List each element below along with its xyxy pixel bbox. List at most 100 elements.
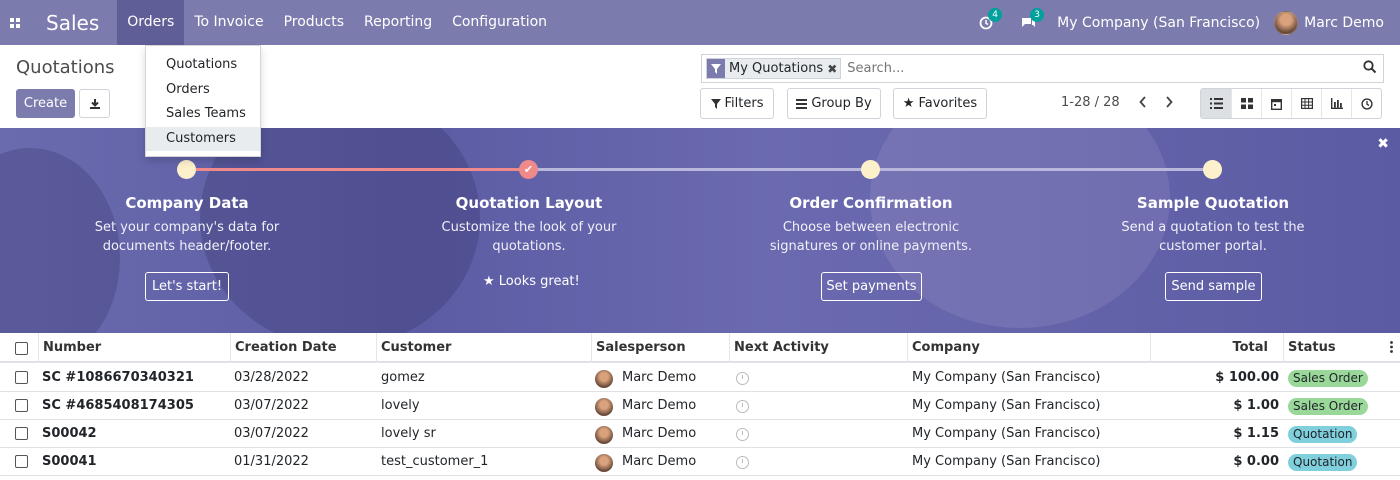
- step-description-line: customer portal.: [1159, 239, 1267, 254]
- apps-grid-icon[interactable]: [0, 0, 30, 45]
- activity-view-icon[interactable]: [1351, 89, 1381, 118]
- step-description-line: quotations.: [492, 239, 566, 254]
- dropdown-item-customers[interactable]: Customers: [146, 126, 260, 151]
- table-row[interactable]: S00042 03/07/2022 lovely sr Marc Demo My…: [0, 420, 1400, 448]
- step-done-check-icon: ✔: [519, 160, 538, 179]
- optional-columns-icon[interactable]: [1390, 341, 1393, 357]
- company-switcher[interactable]: My Company (San Francisco): [1057, 15, 1260, 31]
- cell-date: 03/07/2022: [234, 398, 309, 413]
- step-description-line: Set your company's data for: [94, 220, 280, 235]
- set-payments-button[interactable]: Set payments: [821, 272, 922, 301]
- status-badge: Quotation: [1288, 426, 1358, 443]
- step-description-line: documents header/footer.: [102, 239, 272, 254]
- activity-clock-button[interactable]: 4: [969, 7, 1003, 30]
- step-dot-sample-quotation: [1203, 160, 1222, 179]
- facet-remove-icon[interactable]: ✖: [827, 62, 840, 76]
- cell-total: $ 0.00: [1233, 454, 1279, 469]
- favorites-button[interactable]: ★ Favorites: [893, 88, 987, 119]
- row-checkbox[interactable]: [15, 455, 28, 468]
- lets-start-button[interactable]: Let's start!: [145, 272, 229, 301]
- list-view-icon[interactable]: [1201, 89, 1231, 118]
- row-checkbox[interactable]: [15, 399, 28, 412]
- dropdown-item-orders[interactable]: Orders: [146, 78, 260, 103]
- menu-products[interactable]: Products: [274, 0, 354, 45]
- user-menu[interactable]: Marc Demo: [1304, 15, 1384, 31]
- filter-icon: [710, 98, 721, 109]
- chevron-right-icon[interactable]: [1162, 93, 1176, 111]
- dropdown-item-sales-teams[interactable]: Sales Teams: [146, 102, 260, 127]
- chevron-left-icon[interactable]: [1136, 93, 1150, 111]
- table-row[interactable]: SC #4685408174305 03/07/2022 lovely Marc…: [0, 392, 1400, 420]
- close-icon[interactable]: ✖: [1377, 136, 1389, 152]
- column-header-number[interactable]: Number: [38, 333, 230, 363]
- star-icon: ★: [483, 274, 495, 289]
- table-header: Number Creation Date Customer Salesperso…: [0, 333, 1400, 363]
- step-title: Sample Quotation: [1136, 194, 1290, 212]
- column-header-salesperson[interactable]: Salesperson: [591, 333, 729, 363]
- select-all-checkbox[interactable]: [15, 342, 28, 355]
- step-order-confirmation: Order Confirmation Choose between electr…: [741, 194, 1001, 256]
- activity-clock-icon[interactable]: [736, 400, 749, 413]
- row-checkbox[interactable]: [15, 427, 28, 440]
- app-brand[interactable]: Sales: [30, 11, 117, 35]
- row-checkbox[interactable]: [15, 371, 28, 384]
- step-title: Company Data: [125, 194, 249, 212]
- page-title: Quotations: [16, 57, 115, 78]
- cell-company: My Company (San Francisco): [912, 398, 1101, 413]
- kanban-view-icon[interactable]: [1231, 89, 1261, 118]
- search-facet: My Quotations ✖: [706, 58, 842, 79]
- cell-number: S00041: [42, 454, 97, 469]
- activity-clock-icon[interactable]: [736, 456, 749, 469]
- step-dot-company-data: [177, 160, 196, 179]
- table-row[interactable]: S00041 01/31/2022 test_customer_1 Marc D…: [0, 448, 1400, 476]
- facet-label: My Quotations: [729, 61, 824, 76]
- star-icon: ★: [902, 96, 915, 111]
- status-badge: Quotation: [1288, 454, 1358, 471]
- filters-button[interactable]: Filters: [700, 88, 774, 119]
- menu-orders[interactable]: Orders: [117, 0, 185, 45]
- activity-count-badge: 4: [988, 7, 1003, 22]
- download-button[interactable]: [79, 89, 110, 118]
- graph-view-icon[interactable]: [1321, 89, 1351, 118]
- cell-date: 01/31/2022: [234, 454, 309, 469]
- filters-label: Filters: [724, 96, 764, 111]
- pager-value[interactable]: 1-28 / 28: [1061, 95, 1120, 110]
- step-quotation-layout: Quotation Layout Customize the look of y…: [399, 194, 659, 256]
- search-input[interactable]: [847, 61, 1368, 76]
- search-icon[interactable]: [1363, 60, 1377, 78]
- table-row[interactable]: SC #1086670340321 03/28/2022 gomez Marc …: [0, 364, 1400, 392]
- looks-great-label: Looks great!: [498, 274, 580, 289]
- column-header-customer[interactable]: Customer: [376, 333, 591, 363]
- cell-company: My Company (San Francisco): [912, 454, 1101, 469]
- cell-company: My Company (San Francisco): [912, 426, 1101, 441]
- column-header-total[interactable]: Total: [1150, 333, 1283, 363]
- pivot-view-icon[interactable]: [1291, 89, 1321, 118]
- salesperson-avatar: [595, 398, 613, 416]
- cell-total: $ 1.15: [1233, 426, 1279, 441]
- dropdown-item-quotations[interactable]: Quotations: [146, 53, 260, 78]
- view-switcher: [1200, 88, 1382, 119]
- activity-clock-icon[interactable]: [736, 372, 749, 385]
- messages-button[interactable]: 3: [1011, 7, 1045, 30]
- cell-number: S00042: [42, 426, 97, 441]
- step-description-line: signatures or online payments.: [769, 239, 973, 254]
- calendar-view-icon[interactable]: [1261, 89, 1291, 118]
- cell-customer: gomez: [381, 370, 425, 385]
- menu-reporting[interactable]: Reporting: [354, 0, 442, 45]
- favorites-label: Favorites: [918, 96, 978, 111]
- user-avatar[interactable]: [1274, 10, 1299, 35]
- column-header-next-activity[interactable]: Next Activity: [729, 333, 907, 363]
- menu-configuration[interactable]: Configuration: [442, 0, 557, 45]
- column-header-status[interactable]: Status: [1283, 333, 1400, 363]
- cell-customer: test_customer_1: [381, 454, 489, 469]
- column-header-company[interactable]: Company: [907, 333, 1150, 363]
- step-dot-order-confirmation: [861, 160, 880, 179]
- create-button[interactable]: Create: [16, 89, 75, 118]
- step-done-text: ★ Looks great!: [483, 274, 580, 289]
- send-sample-button[interactable]: Send sample: [1165, 272, 1262, 301]
- activity-clock-icon[interactable]: [736, 428, 749, 441]
- step-description-line: Choose between electronic: [782, 220, 960, 235]
- menu-to-invoice[interactable]: To Invoice: [184, 0, 273, 45]
- column-header-creation-date[interactable]: Creation Date: [230, 333, 376, 363]
- group-by-button[interactable]: Group By: [787, 88, 881, 119]
